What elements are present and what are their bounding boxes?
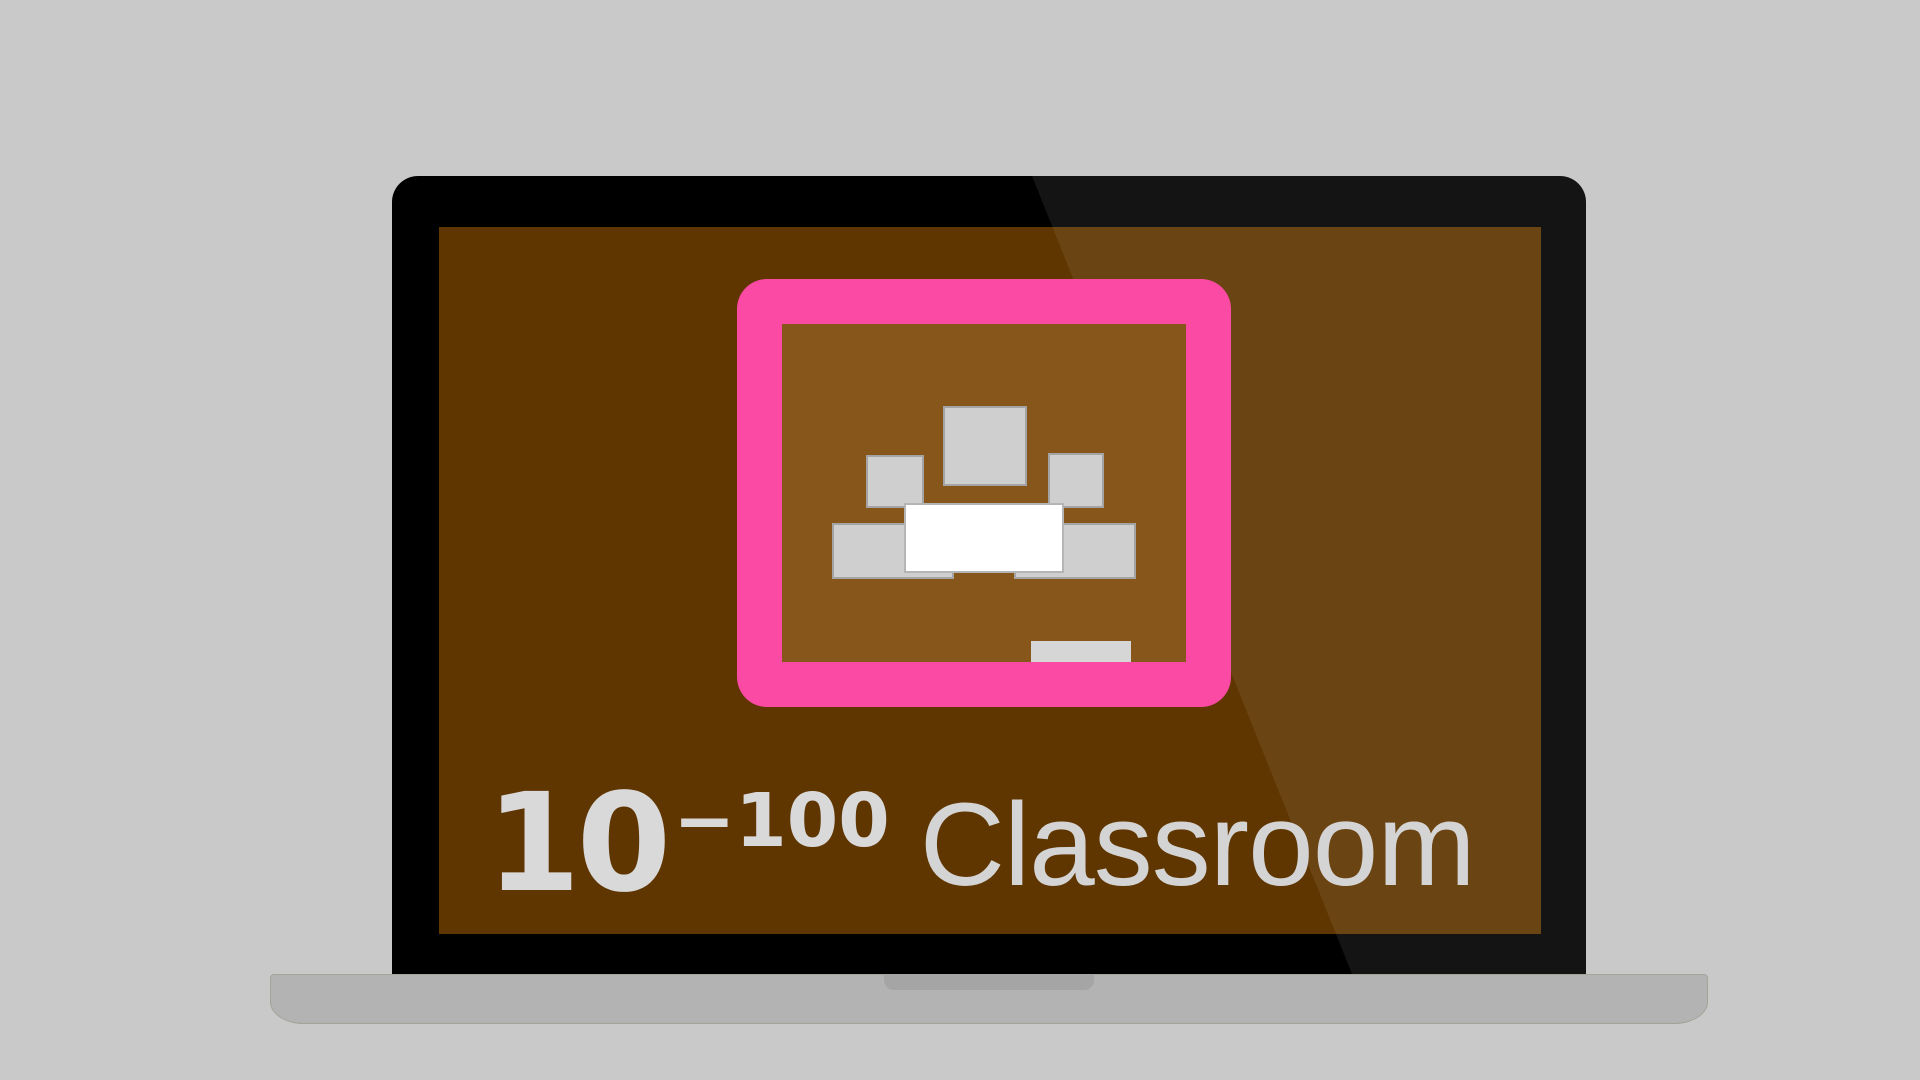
laptop-notch bbox=[884, 974, 1094, 990]
caption: 10 −100 Classroom bbox=[486, 762, 1476, 923]
student-figure-right bbox=[1048, 453, 1104, 508]
student-figure-left bbox=[866, 455, 924, 508]
laptop-scene: 10 −100 Classroom bbox=[0, 0, 1920, 1080]
teacher-desk bbox=[904, 503, 1064, 573]
caption-word: Classroom bbox=[919, 779, 1476, 911]
chalk-eraser bbox=[1031, 641, 1131, 662]
caption-exponent: −100 bbox=[673, 778, 890, 864]
classroom-board-icon bbox=[737, 279, 1231, 707]
caption-base: 10 bbox=[486, 765, 671, 923]
teacher-figure bbox=[943, 406, 1027, 486]
